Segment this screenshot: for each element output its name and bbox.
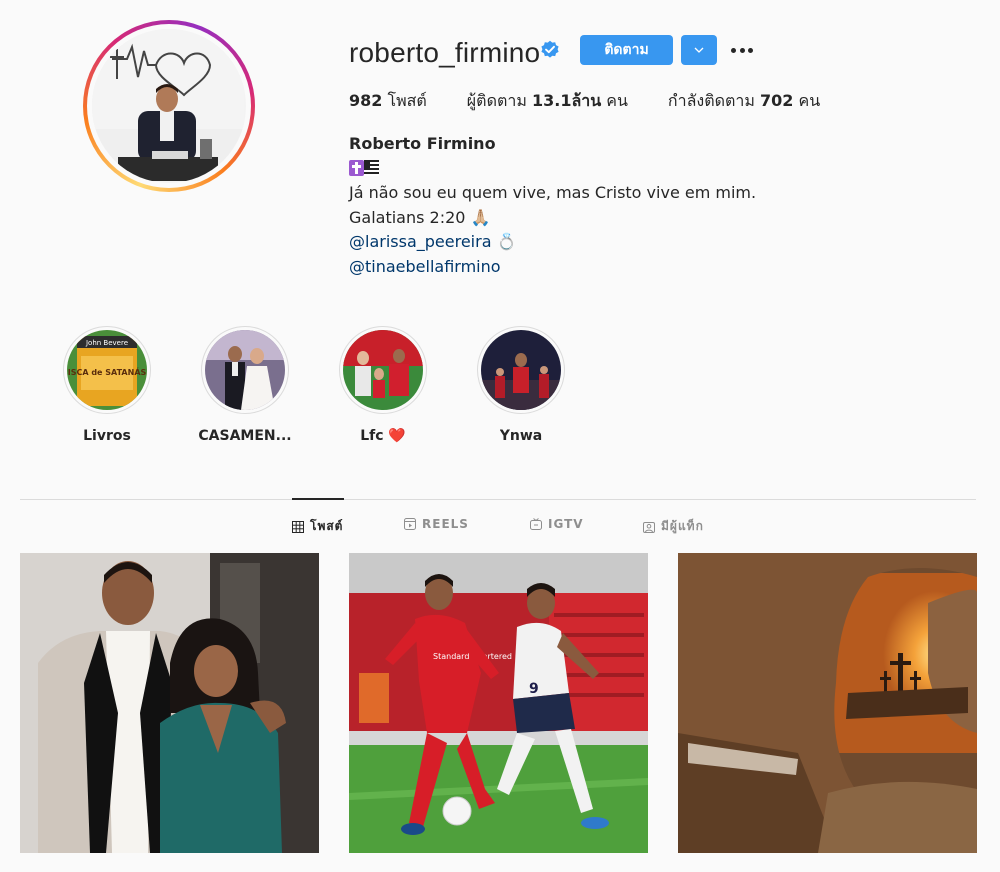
followers-stat[interactable]: ผู้ติดตาม 13.1ล้าน คน xyxy=(467,89,628,114)
latin-cross-emoji-icon xyxy=(349,159,364,176)
profile-bio: Roberto Firmino Já não sou eu quem vive,… xyxy=(349,132,756,279)
mention-link[interactable]: @tinaebellafirmino xyxy=(349,255,756,280)
posts-count-stat: 982 โพสต์ xyxy=(349,91,427,110)
bio-mention-row: @larissa_peereira 💍 xyxy=(349,230,756,255)
highlight-cover xyxy=(481,330,561,410)
more-options-button[interactable] xyxy=(729,38,755,62)
bio-emoji-line xyxy=(349,157,756,182)
active-tab-indicator xyxy=(292,498,344,500)
dot-icon xyxy=(739,47,745,53)
highlight-cover xyxy=(343,330,423,410)
post-image xyxy=(678,553,977,853)
post-thumbnail[interactable] xyxy=(678,553,977,853)
dot-icon xyxy=(748,47,753,53)
highlight-label: CASAMEN... xyxy=(198,428,292,444)
post-thumbnail[interactable]: Standard Chartered 9 xyxy=(349,553,648,853)
highlight-label: Lfc ❤️ xyxy=(360,428,406,444)
igtv-icon xyxy=(530,518,542,530)
chevron-down-icon xyxy=(694,47,704,53)
tab-igtv[interactable]: IGTV xyxy=(530,517,584,531)
tab-tagged[interactable]: มีผู้แท็ก xyxy=(643,517,704,536)
profile-avatar-ring[interactable] xyxy=(83,20,255,192)
highlight-ynwa[interactable]: Ynwa xyxy=(477,326,565,444)
avatar xyxy=(92,29,246,183)
mention-link[interactable]: @larissa_peereira xyxy=(349,232,492,251)
bio-verse: Galatians 2:20 🙏🏼 xyxy=(349,207,491,227)
verified-badge-icon xyxy=(541,40,559,58)
avatar-photo xyxy=(92,29,244,181)
bio-quote: Já não sou eu quem vive, mas Cristo vive… xyxy=(349,183,757,202)
flag-icon xyxy=(364,159,379,176)
highlight-label: Ynwa xyxy=(499,428,543,444)
ring-emoji: 💍 xyxy=(496,232,517,251)
highlight-lfc[interactable]: Lfc ❤️ xyxy=(339,326,427,444)
highlight-casamento[interactable]: CASAMEN... xyxy=(198,326,292,444)
reels-icon xyxy=(404,518,416,530)
tagged-icon xyxy=(643,521,655,533)
post-thumbnail[interactable] xyxy=(20,553,319,853)
highlight-cover xyxy=(205,330,285,410)
dot-icon xyxy=(731,47,736,53)
profile-stats: 982 โพสต์ ผู้ติดตาม 13.1ล้าน คน กำลังติด… xyxy=(349,89,820,114)
highlight-label: Livros xyxy=(83,428,131,444)
profile-full-name: Roberto Firmino xyxy=(349,134,496,153)
profile-username: roberto_firmino xyxy=(349,37,541,68)
book-author-text: John Bevere xyxy=(85,339,128,347)
grid-icon xyxy=(292,520,304,533)
highlight-cover: John Bevere ISCA de SATANÁS xyxy=(67,330,147,410)
highlight-livros[interactable]: John Bevere ISCA de SATANÁS Livros xyxy=(63,326,151,444)
tab-posts[interactable]: โพสต์ xyxy=(292,517,343,536)
post-image xyxy=(20,553,319,853)
follow-button[interactable]: ติดตาม xyxy=(580,35,673,65)
jersey-number-text: 9 xyxy=(529,681,539,697)
story-highlights: John Bevere ISCA de SATANÁS Livros CASAM… xyxy=(63,326,565,444)
suggested-accounts-button[interactable] xyxy=(681,35,717,65)
tab-reels[interactable]: REELS xyxy=(404,517,469,531)
book-title-text: ISCA de SATANÁS xyxy=(68,366,147,377)
post-image: Standard Chartered 9 xyxy=(349,553,648,853)
following-stat[interactable]: กำลังติดตาม 702 คน xyxy=(668,89,820,114)
tabs-divider xyxy=(20,499,976,500)
